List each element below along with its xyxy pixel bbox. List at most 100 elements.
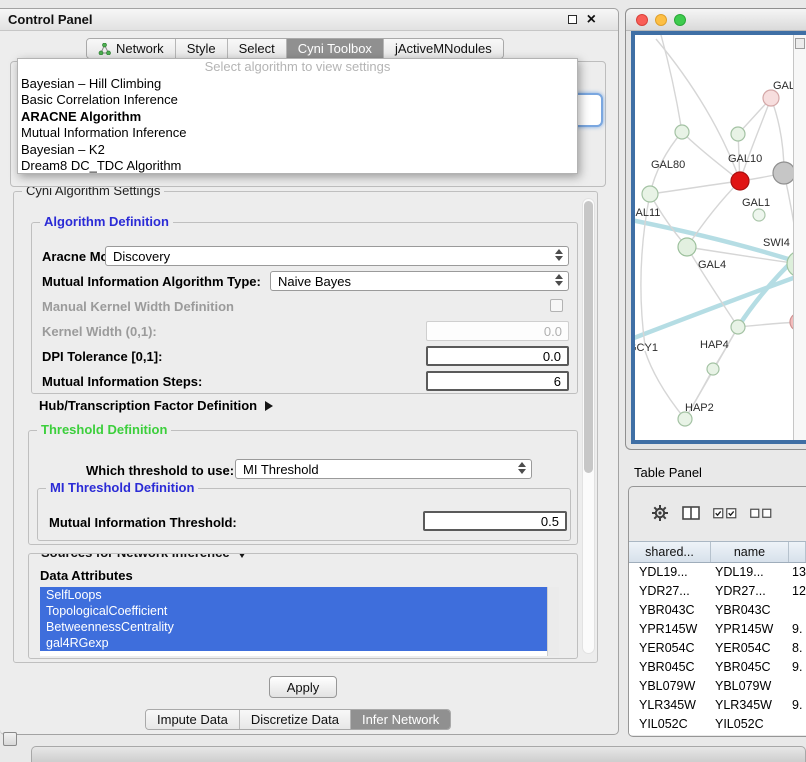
data-attribute-item[interactable]: TopologicalCoefficient <box>40 603 547 619</box>
which-threshold-label: Which threshold to use: <box>86 463 234 479</box>
attributes-list-scrollbar[interactable] <box>547 587 559 656</box>
mi-steps-input[interactable] <box>426 371 569 391</box>
dpi-tolerance-label: DPI Tolerance [0,1]: <box>42 349 162 365</box>
table-row[interactable]: YPR145WYPR145W9. <box>629 620 806 639</box>
dropdown-item[interactable]: Basic Correlation Inference <box>18 92 577 109</box>
tab-network[interactable]: Network <box>87 39 176 58</box>
dropdown-item-selected[interactable]: ARACNE Algorithm <box>18 109 577 126</box>
tab-network-label: Network <box>116 41 164 56</box>
dropdown-item[interactable]: Bayesian – Hill Climbing <box>18 76 577 93</box>
network-edge <box>645 351 685 419</box>
table-row[interactable]: YDL19...YDL19...13 <box>629 563 806 582</box>
threshold-definition-group: Threshold Definition Which threshold to … <box>28 430 578 545</box>
column-header-name[interactable]: name <box>711 542 789 562</box>
mi-threshold-input[interactable] <box>423 511 567 531</box>
network-node[interactable] <box>675 125 689 139</box>
network-canvas[interactable]: GALGAL80GAL10GAL11GAL1SWI4GAL4GCY1HAP4YH… <box>631 31 806 444</box>
table-row[interactable]: YBR043CYBR043C <box>629 601 806 620</box>
table-cell: YPR145W <box>711 620 789 639</box>
which-threshold-select[interactable]: MI Threshold <box>235 459 532 479</box>
table-row[interactable]: YDR27...YDR27...12 <box>629 582 806 601</box>
canvas-scrollbar-thumb[interactable] <box>795 38 805 49</box>
zoom-button[interactable] <box>674 14 686 26</box>
select-all-rows-icon[interactable] <box>713 507 737 519</box>
table-cell <box>789 677 806 696</box>
table-cell: YER054C <box>629 639 711 658</box>
table-row[interactable]: YER054CYER054C8. <box>629 639 806 658</box>
dropdown-item[interactable]: Bayesian – K2 <box>18 142 577 159</box>
window-title: Control Panel <box>8 12 93 27</box>
table-cell: 13 <box>789 563 806 582</box>
mi-threshold-definition-title: MI Threshold Definition <box>46 480 198 495</box>
node-label: HAP4 <box>700 339 729 351</box>
cyni-algorithm-settings-group: Cyni Algorithm Settings Algorithm Defini… <box>13 191 598 663</box>
network-edge <box>650 194 687 247</box>
table-cell: YDL19... <box>629 563 711 582</box>
combo-stepper-icon <box>555 274 563 286</box>
network-icon <box>98 43 111 55</box>
hub-definition-expander[interactable]: Hub/Transcription Factor Definition <box>39 397 273 415</box>
network-node[interactable] <box>763 90 779 106</box>
tab-cyni-toolbox[interactable]: Cyni Toolbox <box>287 39 384 58</box>
data-attribute-item[interactable]: BetweennessCentrality <box>40 619 547 635</box>
network-node[interactable] <box>707 363 719 375</box>
table-cell: YBR045C <box>711 658 789 677</box>
combo-stepper-icon <box>555 249 563 261</box>
settings-scrollbar-thumb[interactable] <box>584 201 593 473</box>
tab-select[interactable]: Select <box>228 39 287 58</box>
dropdown-item[interactable]: Mutual Information Inference <box>18 125 577 142</box>
select-columns-icon[interactable] <box>682 506 700 520</box>
column-header-extra[interactable] <box>789 542 806 562</box>
network-node[interactable] <box>642 186 658 202</box>
network-node[interactable] <box>678 412 692 426</box>
data-attribute-item[interactable]: SelfLoops <box>40 587 547 603</box>
tab-impute-data[interactable]: Impute Data <box>146 710 240 729</box>
network-edge <box>740 98 771 181</box>
manual-kernel-width-checkbox[interactable] <box>550 299 563 312</box>
apply-button[interactable]: Apply <box>269 676 337 698</box>
network-node[interactable] <box>678 238 696 256</box>
table-row[interactable]: YBR045CYBR045C9. <box>629 658 806 677</box>
minimized-panel-icon[interactable] <box>3 732 17 746</box>
tab-style[interactable]: Style <box>176 39 228 58</box>
table-header-row: shared... name <box>629 541 806 563</box>
table-row[interactable]: YIL052CYIL052C <box>629 715 806 734</box>
kernel-width-input <box>426 321 569 341</box>
algorithm-dropdown-menu: Select algorithm to view settings Bayesi… <box>17 58 578 174</box>
float-window-button[interactable] <box>568 15 577 24</box>
network-node[interactable] <box>773 162 795 184</box>
sources-group: Sources for Network Inference Data Attri… <box>28 553 578 659</box>
kernel-width-label: Kernel Width (0,1): <box>42 324 157 340</box>
table-cell: 9. <box>789 658 806 677</box>
tab-discretize-data[interactable]: Discretize Data <box>240 710 351 729</box>
settings-scrollbar[interactable] <box>582 198 595 654</box>
node-label: HAP2 <box>685 402 714 414</box>
table-panel-window: shared... name YDL19...YDL19...13YDR27..… <box>628 486 806 737</box>
deselect-all-rows-icon[interactable] <box>750 507 772 519</box>
network-node[interactable] <box>731 320 745 334</box>
tab-jactivemnodules[interactable]: jActiveMNodules <box>384 39 503 58</box>
table-row[interactable]: YBL079WYBL079W <box>629 677 806 696</box>
data-attribute-item[interactable]: gal4RGexp <box>40 635 547 651</box>
network-node[interactable] <box>731 172 749 190</box>
column-header-shared-name[interactable]: shared... <box>629 542 711 562</box>
table-body: YDL19...YDL19...13YDR27...YDR27...12YBR0… <box>629 563 806 735</box>
network-node[interactable] <box>731 127 745 141</box>
control-panel-titlebar: Control Panel × <box>0 9 618 31</box>
dropdown-item[interactable]: Dream8 DC_TDC Algorithm <box>18 158 577 175</box>
tab-infer-network[interactable]: Infer Network <box>351 710 450 729</box>
network-node[interactable] <box>753 209 765 221</box>
table-cell <box>789 601 806 620</box>
node-label: GAL4 <box>698 259 726 271</box>
table-settings-gear-icon[interactable] <box>651 504 669 522</box>
sources-expander[interactable]: Sources for Network Inference <box>37 553 251 560</box>
aracne-mode-select[interactable]: Discovery <box>105 246 569 266</box>
close-window-button[interactable]: × <box>587 12 596 28</box>
dpi-tolerance-input[interactable] <box>426 346 569 366</box>
desktop: Control Panel × Network Style Select <box>0 0 806 762</box>
table-row[interactable]: YLR345WYLR345W9. <box>629 696 806 715</box>
canvas-scrollbar[interactable] <box>793 35 806 440</box>
close-button[interactable] <box>636 14 648 26</box>
mi-algorithm-type-select[interactable]: Naive Bayes <box>270 271 569 291</box>
minimize-button[interactable] <box>655 14 667 26</box>
